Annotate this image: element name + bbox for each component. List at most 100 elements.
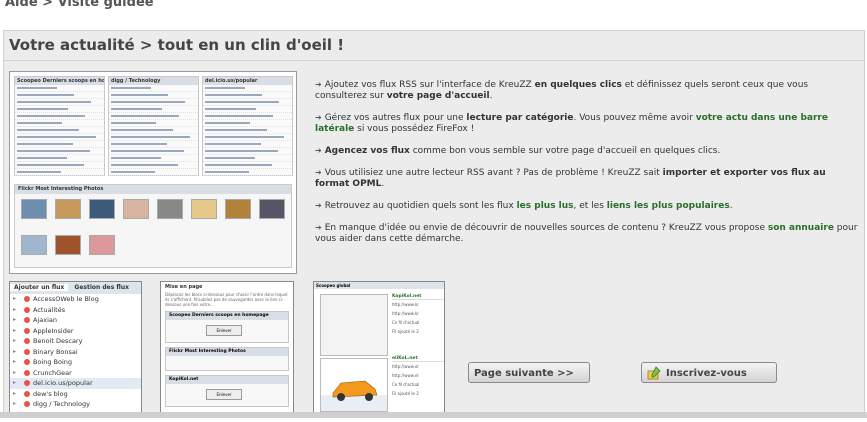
feature-bold: votre page d'accueil [386, 91, 490, 101]
tour-panel: Votre actualité > tout en un clin d'oeil… [3, 30, 865, 418]
feed-list-item: CrunchGear [10, 368, 141, 379]
layout-box-title: Scoopeo Derniers scoops en homepage [166, 312, 288, 320]
arrow-icon: ➔ [315, 201, 322, 210]
arrow-icon: ➔ [315, 146, 322, 155]
arrow-icon: ➔ [315, 223, 322, 232]
mini-line [203, 120, 292, 127]
sidebar-block-kopikol: KopiKol.net http://www.kr http://www.kr … [392, 294, 444, 336]
mini-line [109, 134, 198, 141]
mini-line [15, 169, 104, 176]
feed-list-item: digg / Technology [10, 399, 141, 410]
feed-list-item: AccessOWeb le Blog [10, 294, 141, 305]
mini-line [109, 169, 198, 176]
feature-item: ➔ En manque d'idée ou envie de découvrir … [315, 222, 861, 245]
feed-list-item: Boing Boing [10, 357, 141, 368]
mini-line [15, 141, 104, 148]
feature-text: . [729, 201, 733, 211]
feature-highlight: son annuaire [767, 223, 834, 233]
sidebar-block-item: http://www.el [392, 364, 419, 369]
mini-photo [21, 199, 47, 219]
feed-label: AccessOWeb le Blog [33, 295, 99, 303]
arrow-icon: ➔ [315, 113, 322, 122]
feature-item: ➔ Vous utilisiez une autre lecteur RSS av… [315, 167, 861, 190]
mini-line [203, 127, 292, 134]
sidebar-block-elikol: eliKoL.net http://www.el http://www.el C… [392, 356, 444, 398]
breadcrumb: Aide > Visite guidée [5, 0, 154, 10]
next-page-button[interactable]: Page suivante >> [468, 362, 590, 383]
feed-label: del.icio.us/popular [33, 379, 93, 387]
title-divider [4, 60, 864, 61]
feed-label: Benoit Descary [33, 337, 83, 345]
mini-photo [89, 235, 115, 255]
register-button[interactable]: Inscrivez-vous [641, 362, 777, 383]
feature-item: ➔ Retrouvez au quotidien quels sont les f… [315, 200, 861, 212]
sidebar-block-item: Fil ajouté le 2 [392, 329, 419, 334]
feature-text: si vous possédez FireFox ! [354, 124, 475, 134]
arrow-icon: ➔ [315, 168, 322, 177]
feed-label: Boing Boing [33, 358, 73, 366]
mini-line [203, 169, 292, 176]
feeds-screenshot: Ajouter un flux Gestion des flux AccessO… [9, 281, 142, 413]
feed-label: digg / Technology [33, 400, 90, 408]
mini-line [109, 92, 198, 99]
feeds-tabbar: Ajouter un flux Gestion des flux [10, 282, 141, 294]
mini-line [15, 148, 104, 155]
mini-photo [123, 199, 149, 219]
feature-bold: Agencez vos flux [324, 146, 410, 156]
layout-screenshot: Mise en page Déplacez les blocs ci-desso… [160, 281, 294, 413]
sidebar-car-image [320, 358, 388, 412]
mini-line [109, 127, 198, 134]
mini-line [15, 134, 104, 141]
feed-status-icon [24, 401, 30, 407]
feature-text: comme bon vous semble sur votre page d'a… [409, 146, 721, 156]
mini-line [203, 85, 292, 92]
mini-photo [259, 199, 285, 219]
mini-line [109, 141, 198, 148]
feed-list-item: Benoit Descary [10, 336, 141, 347]
mini-line [15, 120, 104, 127]
panel-title: Votre actualité > tout en un clin d'oeil… [9, 36, 345, 54]
feature-list: ➔ Ajoutez vos flux RSS sur l'interface de… [315, 79, 861, 255]
mini-photo [89, 199, 115, 219]
feature-text: Gérez vos autres flux pour une [324, 113, 467, 123]
feature-item: ➔ Gérez vos autres flux pour une lecture … [315, 112, 861, 135]
feature-text: En manque d'idée ou envie de découvrir d… [324, 223, 768, 233]
mini-line [109, 106, 198, 113]
feed-list-item: Ajaxian [10, 315, 141, 326]
mini-line [203, 92, 292, 99]
feature-text: . [381, 179, 385, 189]
layout-heading: Mise en page [165, 284, 203, 290]
feature-bold: lecture par catégorie [466, 113, 574, 123]
feed-status-icon [24, 327, 30, 334]
tab-manage-feeds: Gestion des flux [74, 284, 129, 291]
register-button-label: Inscrivez-vous [666, 368, 747, 379]
layout-box-title: Flickr Most Interesting Photos [166, 348, 288, 356]
mini-line [203, 134, 292, 141]
mini-line [109, 120, 198, 127]
feed-status-icon [24, 369, 30, 376]
mini-line [203, 148, 292, 155]
feed-list-item: del.icio.us/popular [10, 378, 141, 389]
sidebar-shot-title: Scoopeo global [314, 282, 444, 289]
sidebar-page-image [320, 294, 388, 356]
mini-line [15, 85, 104, 92]
sidebar-block-item: http://www.el [392, 373, 419, 378]
feed-list-item: dew's blog [10, 389, 141, 400]
layout-box: Flickr Most Interesting Photos [165, 347, 289, 371]
feature-text: . [489, 91, 493, 101]
mini-line [203, 113, 292, 120]
mini-photo [55, 235, 81, 255]
bottom-rule [0, 412, 867, 418]
register-icon [647, 366, 661, 380]
feature-highlight: liens les plus populaires [606, 201, 730, 211]
sidebar-block-item: Ce fil d'actual [392, 382, 420, 387]
layout-box-title: KopiKol.net [166, 376, 288, 384]
feed-list-item: AppleInsider [10, 326, 141, 337]
car-illustration [321, 380, 387, 411]
mini-line [203, 155, 292, 162]
feed-list-item: Actualités [10, 305, 141, 316]
mini-line [203, 141, 292, 148]
feed-label: Binary Bonsai [33, 347, 78, 356]
remove-button: Enlever [206, 325, 242, 336]
mini-photo [55, 199, 81, 219]
